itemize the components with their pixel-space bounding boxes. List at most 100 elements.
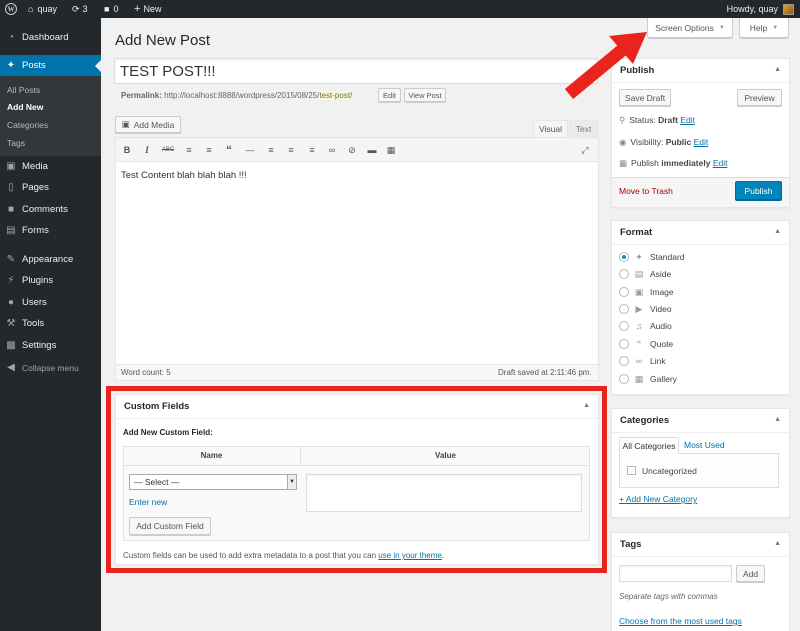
read-more-icon[interactable]: ▬: [365, 143, 379, 157]
comment-bubble-icon: ■: [104, 4, 110, 14]
help-button[interactable]: Help ▼: [739, 18, 789, 38]
blockquote-icon[interactable]: “: [222, 143, 236, 157]
post-title-input[interactable]: [114, 58, 598, 84]
status-edit-link[interactable]: Edit: [680, 115, 695, 125]
sidebar-item-forms[interactable]: ▤ Forms: [0, 220, 101, 241]
add-media-button[interactable]: ▣ Add Media: [115, 116, 181, 133]
align-left-icon[interactable]: ≡: [264, 143, 278, 157]
visibility-row: ◉ Visibility: Public Edit: [619, 137, 709, 147]
custom-field-value-textarea[interactable]: [306, 474, 582, 512]
sidebar-item-settings[interactable]: ▩ Settings: [0, 335, 101, 356]
pin-icon: ✦: [635, 252, 643, 262]
sidebar-item-media[interactable]: ▣ Media: [0, 156, 101, 177]
view-post-button[interactable]: View Post: [404, 88, 446, 102]
chevron-down-icon: ▼: [772, 24, 779, 31]
category-checkbox-uncategorized[interactable]: [627, 466, 636, 475]
column-header-value: Value: [301, 446, 590, 466]
format-radio-gallery[interactable]: [619, 374, 629, 384]
submenu-add-new[interactable]: Add New: [7, 102, 43, 112]
sidebar-item-users[interactable]: ● Users: [0, 292, 101, 313]
tags-input[interactable]: [619, 565, 732, 582]
add-tag-button[interactable]: Add: [736, 565, 765, 582]
add-custom-field-button[interactable]: Add Custom Field: [129, 517, 211, 535]
custom-field-key-select[interactable]: — Select — ▼: [129, 474, 297, 490]
link-icon[interactable]: ∞: [325, 143, 339, 157]
choose-most-used-tags-link[interactable]: Choose from the most used tags: [619, 616, 742, 626]
sidebar-item-comments[interactable]: ■ Comments: [0, 199, 101, 220]
tab-visual[interactable]: Visual: [533, 120, 568, 137]
use-in-theme-link[interactable]: use in your theme: [378, 551, 442, 560]
format-label-video: Video: [650, 304, 672, 314]
video-icon: ▶: [635, 304, 643, 314]
sidebar-item-dashboard[interactable]: ◔ Dashboard: [0, 27, 101, 48]
add-new-category-link[interactable]: + Add New Category: [619, 494, 697, 504]
site-name-link[interactable]: ⌂ quay: [28, 0, 57, 18]
align-right-icon[interactable]: ≡: [305, 143, 319, 157]
format-radio-image[interactable]: [619, 287, 629, 297]
collapse-arrow-icon[interactable]: ▲: [583, 402, 590, 409]
preview-button[interactable]: Preview: [737, 89, 782, 106]
publish-button[interactable]: Publish: [735, 181, 782, 200]
media-icon: ▣: [121, 119, 130, 129]
status-row: ⚲ Status: Draft Edit: [619, 115, 695, 125]
collapse-arrow-icon[interactable]: ▲: [774, 66, 781, 73]
tags-title[interactable]: Tags: [612, 533, 789, 557]
enter-new-link[interactable]: Enter new: [129, 497, 167, 507]
tab-text[interactable]: Text: [569, 120, 598, 137]
custom-fields-title[interactable]: Custom Fields: [116, 395, 598, 419]
strikethrough-icon[interactable]: ABC: [161, 143, 175, 157]
toolbar-toggle-icon[interactable]: ▦: [384, 143, 398, 157]
collapse-arrow-icon[interactable]: ▲: [774, 416, 781, 423]
collapse-arrow-icon[interactable]: ▲: [774, 228, 781, 235]
align-center-icon[interactable]: ≡: [284, 143, 298, 157]
format-radio-link[interactable]: [619, 356, 629, 366]
current-arrow-icon: [95, 60, 101, 72]
italic-icon[interactable]: I: [140, 143, 154, 157]
format-radio-quote[interactable]: [619, 339, 629, 349]
categories-title[interactable]: Categories: [612, 409, 789, 433]
sidebar-item-pages[interactable]: ▯ Pages: [0, 177, 101, 198]
format-title[interactable]: Format: [612, 221, 789, 245]
permalink-slug[interactable]: test-post: [319, 91, 351, 100]
permalink-edit-button[interactable]: Edit: [378, 88, 401, 102]
my-account-link[interactable]: Howdy, quay: [727, 0, 794, 18]
chevron-down-icon: ▼: [718, 24, 725, 31]
format-radio-audio[interactable]: [619, 321, 629, 331]
bold-icon[interactable]: B: [120, 143, 134, 157]
draft-saved-status: Draft saved at 2:11:46 pm.: [498, 368, 592, 377]
wordpress-logo-icon[interactable]: W: [5, 0, 17, 18]
submenu-categories[interactable]: Categories: [7, 120, 48, 130]
collapse-arrow-icon[interactable]: ▲: [774, 540, 781, 547]
horizontal-line-icon[interactable]: —: [243, 143, 257, 157]
sidebar-item-appearance[interactable]: ✎ Appearance: [0, 249, 101, 270]
unlink-icon[interactable]: ⊘: [345, 143, 359, 157]
bullet-list-icon[interactable]: ≡: [182, 143, 196, 157]
publish-date-edit-link[interactable]: Edit: [713, 158, 728, 168]
format-label-aside: Aside: [650, 269, 672, 279]
screen-options-button[interactable]: Screen Options ▼: [647, 18, 733, 38]
audio-icon: ♫: [635, 321, 643, 331]
move-to-trash-link[interactable]: Move to Trash: [619, 186, 673, 196]
tab-most-used[interactable]: Most Used: [684, 440, 725, 450]
visibility-edit-link[interactable]: Edit: [694, 137, 709, 147]
numbered-list-icon[interactable]: ≡: [202, 143, 216, 157]
avatar: [783, 3, 794, 15]
format-radio-video[interactable]: [619, 304, 629, 314]
updates-link[interactable]: ⟳ 3: [72, 0, 88, 18]
sidebar-item-tools[interactable]: ⚒ Tools: [0, 313, 101, 334]
fullscreen-icon[interactable]: ⤢: [578, 143, 592, 157]
submenu-tags[interactable]: Tags: [7, 138, 25, 148]
new-content-link[interactable]: + New: [134, 0, 161, 18]
tab-all-categories[interactable]: All Categories: [619, 437, 679, 454]
collapse-menu-button[interactable]: ◀ Collapse menu: [0, 357, 101, 378]
sidebar-item-plugins[interactable]: ⚡ Plugins: [0, 270, 101, 291]
submenu-all-posts[interactable]: All Posts: [7, 85, 40, 95]
editor-content[interactable]: Test Content blah blah blah !!!: [121, 170, 247, 181]
category-label-uncategorized: Uncategorized: [642, 466, 697, 476]
comments-link[interactable]: ■ 0: [104, 0, 118, 18]
format-radio-aside[interactable]: [619, 269, 629, 279]
forms-icon: ▤: [6, 225, 16, 236]
sidebar-item-posts[interactable]: ✦ Posts: [0, 55, 101, 76]
format-radio-standard[interactable]: [619, 252, 629, 262]
page-title: Add New Post: [115, 32, 211, 49]
